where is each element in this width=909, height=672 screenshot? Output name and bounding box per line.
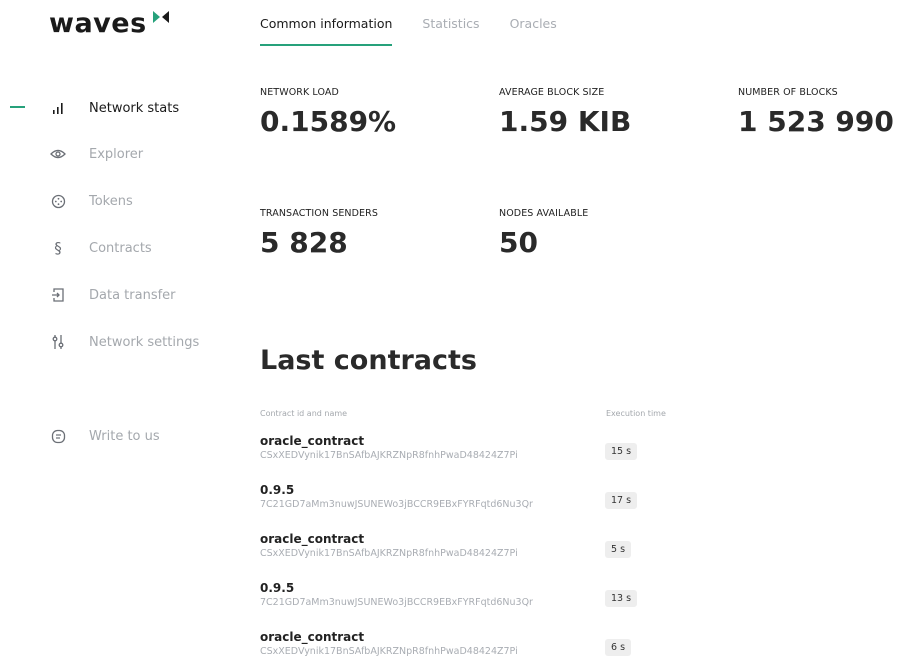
sidebar-item-label: Tokens xyxy=(89,193,133,209)
tab-oracles[interactable]: Oracles xyxy=(510,0,557,46)
stat-number-of-blocks: NUMBER OF BLOCKS 1 523 990 xyxy=(738,87,894,138)
table-row[interactable]: oracle_contract CSxXEDVynik17BnSAfbAJKRZ… xyxy=(260,532,660,574)
stat-transaction-senders: TRANSACTION SENDERS 5 828 xyxy=(260,208,378,259)
stat-label: NUMBER OF BLOCKS xyxy=(738,87,838,98)
waves-logo[interactable]: waves xyxy=(49,8,169,39)
sidebar-item-explorer[interactable]: Explorer xyxy=(44,142,244,166)
stat-network-load: NETWORK LOAD 0.1589% xyxy=(260,87,396,138)
execution-time-badge: 13 s xyxy=(605,590,638,607)
contract-id[interactable]: CSxXEDVynik17BnSAfbAJKRZNpR8fnhPwaD48424… xyxy=(260,548,660,559)
contract-name: 0.9.5 xyxy=(260,483,295,497)
stat-label: AVERAGE BLOCK SIZE xyxy=(499,87,605,98)
stat-nodes-available: NODES AVAILABLE 50 xyxy=(499,208,588,259)
sidebar-item-data-transfer[interactable]: Data transfer xyxy=(44,283,244,307)
sliders-icon xyxy=(44,332,72,352)
sidebar-item-write-to-us[interactable]: Write to us xyxy=(44,424,244,448)
contract-id[interactable]: 7C21GD7aMm3nuwJSUNEWo3jBCCR9EBxFYRFqtd6N… xyxy=(260,597,660,608)
contract-name: oracle_contract xyxy=(260,434,365,448)
sidebar-item-label: Write to us xyxy=(89,428,160,444)
execution-time-badge: 15 s xyxy=(605,443,638,460)
contract-name: 0.9.5 xyxy=(260,581,295,595)
contract-name: oracle_contract xyxy=(260,532,365,546)
contract-id[interactable]: CSxXEDVynik17BnSAfbAJKRZNpR8fnhPwaD48424… xyxy=(260,646,660,657)
stat-value: 0.1589% xyxy=(260,105,397,138)
sidebar-item-network-settings[interactable]: Network settings xyxy=(44,330,244,354)
stat-label: NETWORK LOAD xyxy=(260,87,339,98)
table-row[interactable]: oracle_contract CSxXEDVynik17BnSAfbAJKRZ… xyxy=(260,630,660,672)
execution-time-badge: 5 s xyxy=(605,541,632,558)
active-nav-indicator xyxy=(10,106,25,108)
brand-name: waves xyxy=(49,8,147,39)
stat-value: 1.59 KIB xyxy=(499,105,632,138)
chat-icon xyxy=(44,426,72,446)
sidebar-item-label: Explorer xyxy=(89,146,144,162)
stat-label: TRANSACTION SENDERS xyxy=(260,208,378,219)
stat-value: 50 xyxy=(499,226,538,259)
tab-statistics[interactable]: Statistics xyxy=(422,0,479,46)
sidebar-item-tokens[interactable]: Tokens xyxy=(44,189,244,213)
bar-chart-icon xyxy=(44,98,72,118)
sidebar-item-network-stats[interactable]: Network stats xyxy=(44,96,244,120)
column-header-execution-time: Execution time xyxy=(606,409,666,418)
column-header-contract-id: Contract id and name xyxy=(260,409,348,418)
data-transfer-icon xyxy=(44,285,72,305)
table-row[interactable]: 0.9.5 7C21GD7aMm3nuwJSUNEWo3jBCCR9EBxFYR… xyxy=(260,581,660,623)
contract-id[interactable]: CSxXEDVynik17BnSAfbAJKRZNpR8fnhPwaD48424… xyxy=(260,450,660,461)
contract-name: oracle_contract xyxy=(260,630,365,644)
eye-icon xyxy=(44,144,72,164)
sidebar-item-label: Data transfer xyxy=(89,287,176,303)
stat-value: 5 828 xyxy=(260,226,348,259)
tab-common-information[interactable]: Common information xyxy=(260,0,393,46)
execution-time-badge: 17 s xyxy=(605,492,638,509)
top-tabs: Common information Statistics Oracles xyxy=(260,0,587,46)
sidebar-item-label: Contracts xyxy=(89,240,152,256)
table-row[interactable]: 0.9.5 7C21GD7aMm3nuwJSUNEWo3jBCCR9EBxFYR… xyxy=(260,483,660,525)
table-row[interactable]: oracle_contract CSxXEDVynik17BnSAfbAJKRZ… xyxy=(260,434,660,476)
section-icon: § xyxy=(54,239,62,257)
stat-value: 1 523 990 xyxy=(738,105,894,138)
sidebar-item-label: Network settings xyxy=(89,334,200,350)
contract-id[interactable]: 7C21GD7aMm3nuwJSUNEWo3jBCCR9EBxFYRFqtd6N… xyxy=(260,499,660,510)
sidebar-item-label: Network stats xyxy=(89,100,180,116)
logo-mark-icon xyxy=(152,11,169,23)
execution-time-badge: 6 s xyxy=(605,639,632,656)
stat-average-block-size: AVERAGE BLOCK SIZE 1.59 KIB xyxy=(499,87,631,138)
section-title-last-contracts: Last contracts xyxy=(260,345,478,376)
sidebar-item-contracts[interactable]: § Contracts xyxy=(44,236,244,260)
stat-label: NODES AVAILABLE xyxy=(499,208,589,219)
token-icon xyxy=(44,191,72,211)
